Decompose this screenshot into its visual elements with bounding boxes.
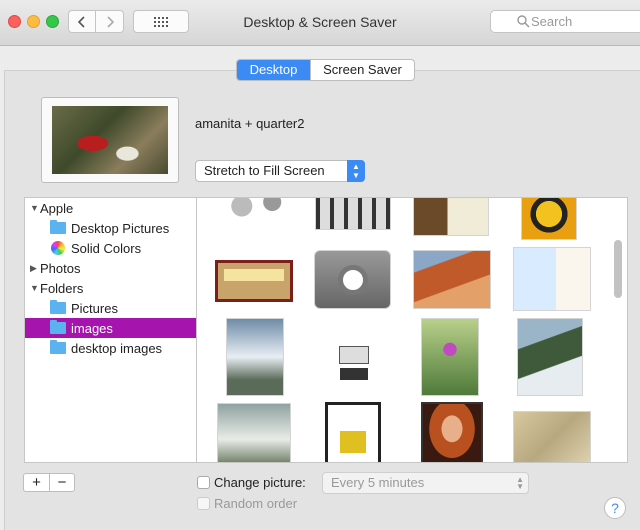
search-icon (517, 15, 530, 28)
search-field[interactable]: Search (490, 10, 640, 33)
sidebar-item-label: Pictures (71, 300, 118, 316)
interval-value: Every 5 minutes (331, 475, 425, 490)
help-button[interactable]: ? (604, 497, 626, 519)
folder-icon (50, 300, 66, 314)
preview-image (52, 106, 168, 174)
image-thumbnail[interactable] (413, 250, 491, 309)
sidebar-item-desktop-images[interactable]: desktop images (25, 338, 196, 358)
sidebar-item-label: Desktop Pictures (71, 220, 170, 236)
image-thumbnail[interactable] (215, 260, 293, 302)
sidebar-item-label: desktop images (71, 340, 163, 356)
sidebar-group-label: Folders (40, 280, 84, 296)
image-thumbnail[interactable] (517, 318, 583, 396)
add-folder-button[interactable]: + (24, 474, 49, 491)
random-order-checkbox[interactable] (197, 497, 210, 510)
random-order-label: Random order (214, 496, 298, 511)
disclosure-open-icon: ▼ (30, 203, 39, 213)
disclosure-closed-icon: ▶ (30, 262, 37, 273)
image-thumbnail[interactable] (421, 402, 483, 462)
folder-icon (50, 340, 66, 354)
sidebar-group-apple[interactable]: ▼ Apple (25, 198, 196, 218)
change-picture-checkbox[interactable] (197, 476, 210, 489)
image-thumbnail[interactable] (217, 403, 291, 462)
image-thumbnail[interactable] (315, 198, 391, 230)
sidebar-item-desktop-pictures[interactable]: Desktop Pictures (25, 218, 196, 238)
image-thumbnail[interactable] (513, 247, 591, 311)
add-remove-buttons: + − (23, 473, 75, 492)
image-thumbnail[interactable] (325, 402, 381, 462)
tab-desktop[interactable]: Desktop (237, 60, 310, 80)
interval-popup-button[interactable]: Every 5 minutes ▲ ▼ (322, 472, 529, 494)
vertical-scrollbar[interactable] (614, 240, 622, 298)
image-thumbnail[interactable] (521, 198, 577, 240)
sidebar-group-label: Photos (40, 260, 81, 276)
sidebar-item-label: images (71, 320, 113, 336)
color-wheel-icon (51, 241, 65, 255)
sidebar-group-label: Apple (40, 200, 74, 216)
updown-icon: ▲ ▼ (516, 475, 524, 491)
image-thumbnail[interactable] (513, 411, 591, 462)
folder-icon (50, 320, 66, 334)
sidebar-group-folders[interactable]: ▼ Folders (25, 278, 196, 298)
image-thumbnail[interactable] (314, 250, 391, 309)
sidebar-group-photos[interactable]: ▶ Photos (25, 258, 196, 278)
disclosure-open-icon: ▼ (30, 283, 39, 293)
wallpaper-name: amanita + quarter2 (195, 116, 305, 131)
sidebar-item-solid-colors[interactable]: Solid Colors (25, 238, 196, 258)
title-bar: Desktop & Screen Saver Search (0, 0, 640, 46)
image-thumbnail[interactable] (226, 318, 284, 396)
fit-popup-button[interactable]: Stretch to Fill Screen ▲ ▼ (195, 160, 365, 182)
change-picture-label: Change picture: (214, 475, 306, 490)
sidebar-item-pictures[interactable]: Pictures (25, 298, 196, 318)
image-thumbnail[interactable] (421, 318, 479, 396)
image-thumbnail[interactable] (327, 318, 381, 396)
fit-popup-value: Stretch to Fill Screen (204, 163, 325, 178)
wallpaper-preview (41, 97, 179, 183)
updown-icon: ▲ ▼ (347, 160, 365, 182)
image-thumbnail[interactable] (219, 198, 295, 226)
remove-folder-button[interactable]: − (49, 474, 74, 491)
tab-screen-saver[interactable]: Screen Saver (310, 60, 414, 80)
source-list: ▼ Apple Desktop Pictures Solid Colors ▶ … (24, 197, 196, 463)
search-placeholder: Search (531, 14, 573, 29)
sidebar-item-label: Solid Colors (71, 240, 142, 256)
tab-bar: Desktop Screen Saver (236, 59, 415, 81)
folder-icon (50, 220, 66, 234)
image-thumbnail[interactable] (413, 198, 489, 236)
sidebar-item-images[interactable]: images (25, 318, 196, 338)
image-grid (196, 197, 628, 463)
